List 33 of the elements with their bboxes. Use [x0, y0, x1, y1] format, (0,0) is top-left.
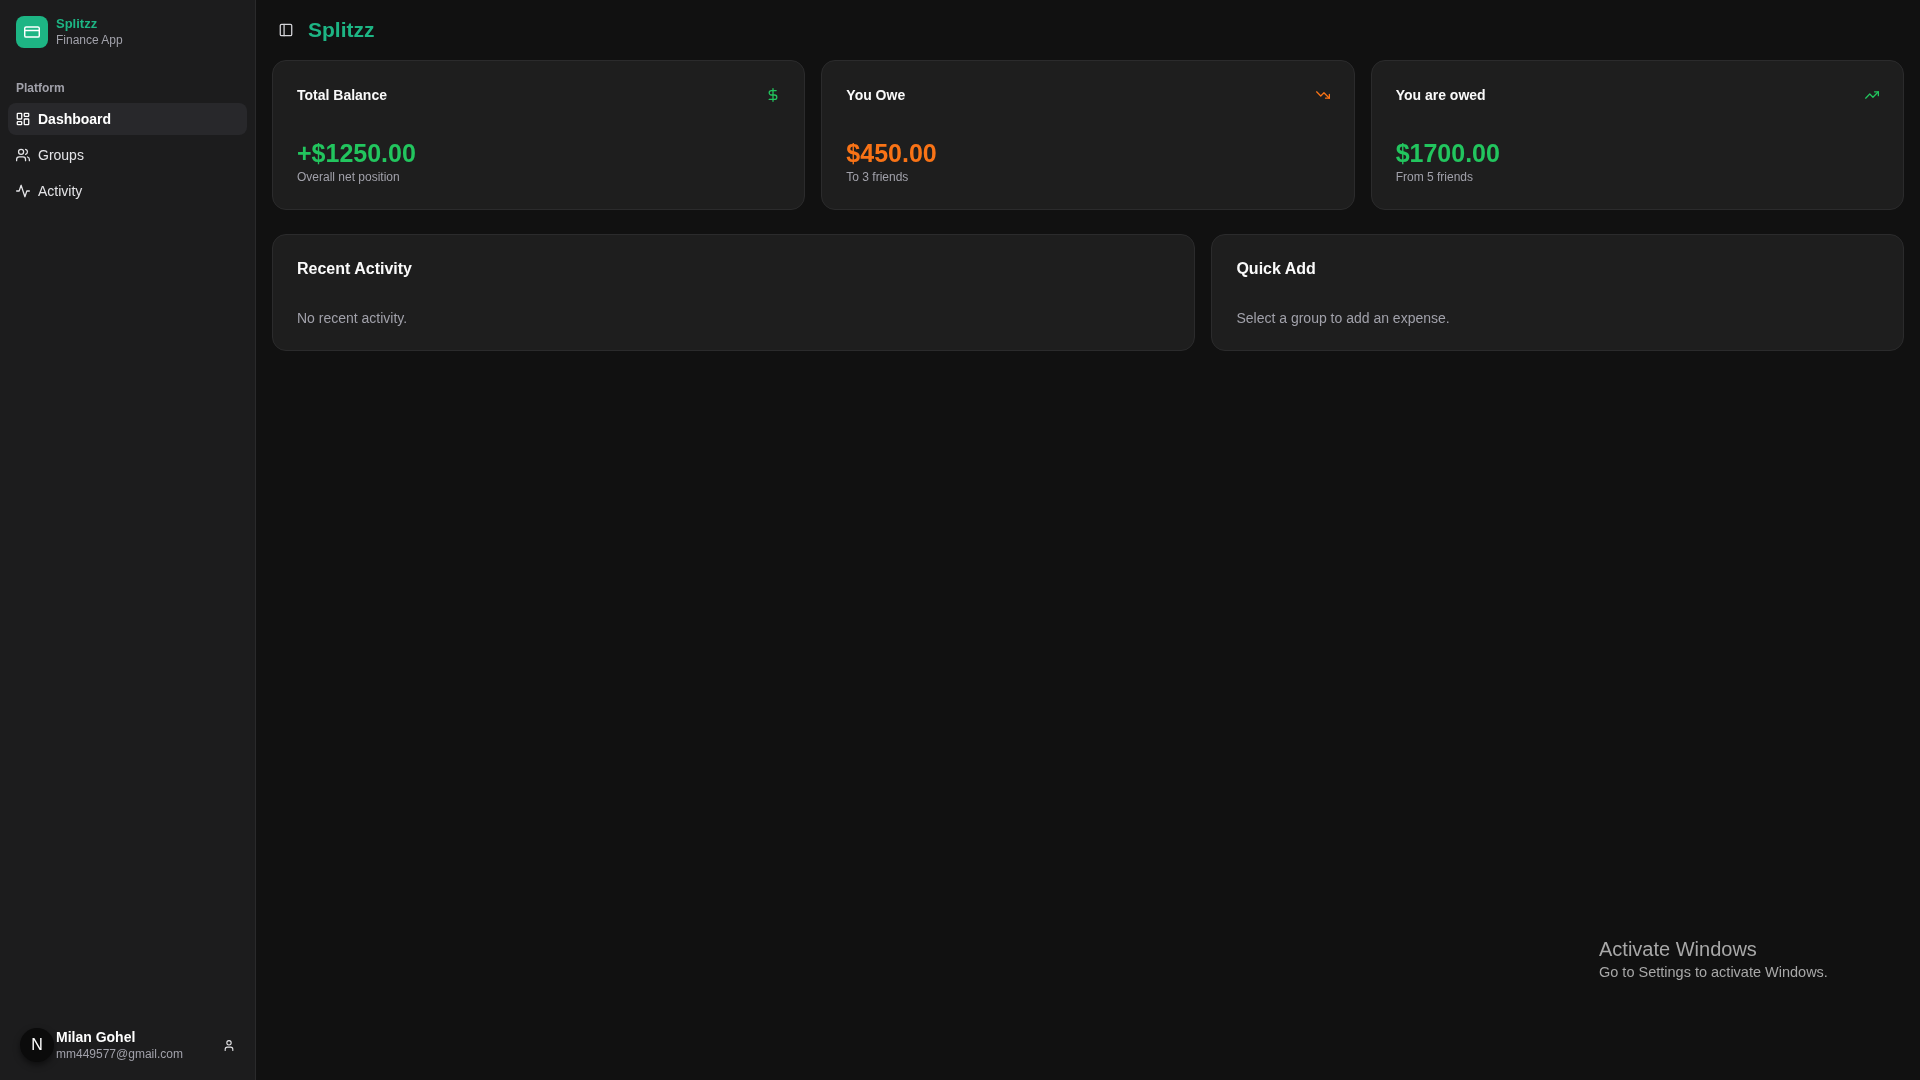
stat-caption: From 5 friends — [1395, 169, 1474, 185]
trend-up-icon — [1865, 88, 1879, 102]
nav-item[interactable]: Dashboard — [8, 103, 247, 135]
panel-text: Select a group to add an expense. — [1236, 309, 1451, 328]
stat-caption: Overall net position — [297, 169, 401, 185]
panel-title: Quick Add — [1236, 259, 1317, 279]
panel-icon — [279, 23, 293, 37]
brand-name: Splitzz — [56, 16, 99, 32]
section-label: Platform — [16, 80, 66, 96]
user-name: Milan Gohel — [56, 1028, 137, 1046]
grid-icon — [16, 112, 30, 126]
people-icon — [16, 148, 30, 162]
page-title: Splitzz — [308, 17, 375, 43]
activation-title: Activate Windows — [1599, 937, 1758, 962]
activation-text: Go to Settings to activate Windows. — [1599, 963, 1828, 982]
pulse-icon — [16, 184, 30, 198]
person-icon[interactable] — [223, 1038, 235, 1052]
stat-value: $450.00 — [846, 138, 938, 169]
user-email: mm449577@gmail.com — [56, 1046, 184, 1062]
stat-value: $1700.00 — [1395, 138, 1501, 169]
stat-caption: To 3 friends — [846, 169, 910, 185]
stat-value: +$1250.00 — [297, 138, 417, 169]
stat-title: Total Balance — [297, 87, 387, 103]
stat-title: You Owe — [846, 87, 906, 103]
credit-card-icon — [16, 16, 48, 48]
brand-subtitle: Finance App — [56, 32, 123, 48]
trend-down-icon — [1315, 88, 1330, 102]
panel-title: Recent Activity — [297, 259, 413, 279]
panel-text: No recent activity. — [297, 309, 409, 328]
nav-item[interactable]: Groups — [8, 139, 247, 171]
nav-item[interactable]: Activity — [8, 175, 247, 207]
stat-title: You are owed — [1395, 87, 1486, 103]
avatar: N — [20, 1028, 54, 1062]
